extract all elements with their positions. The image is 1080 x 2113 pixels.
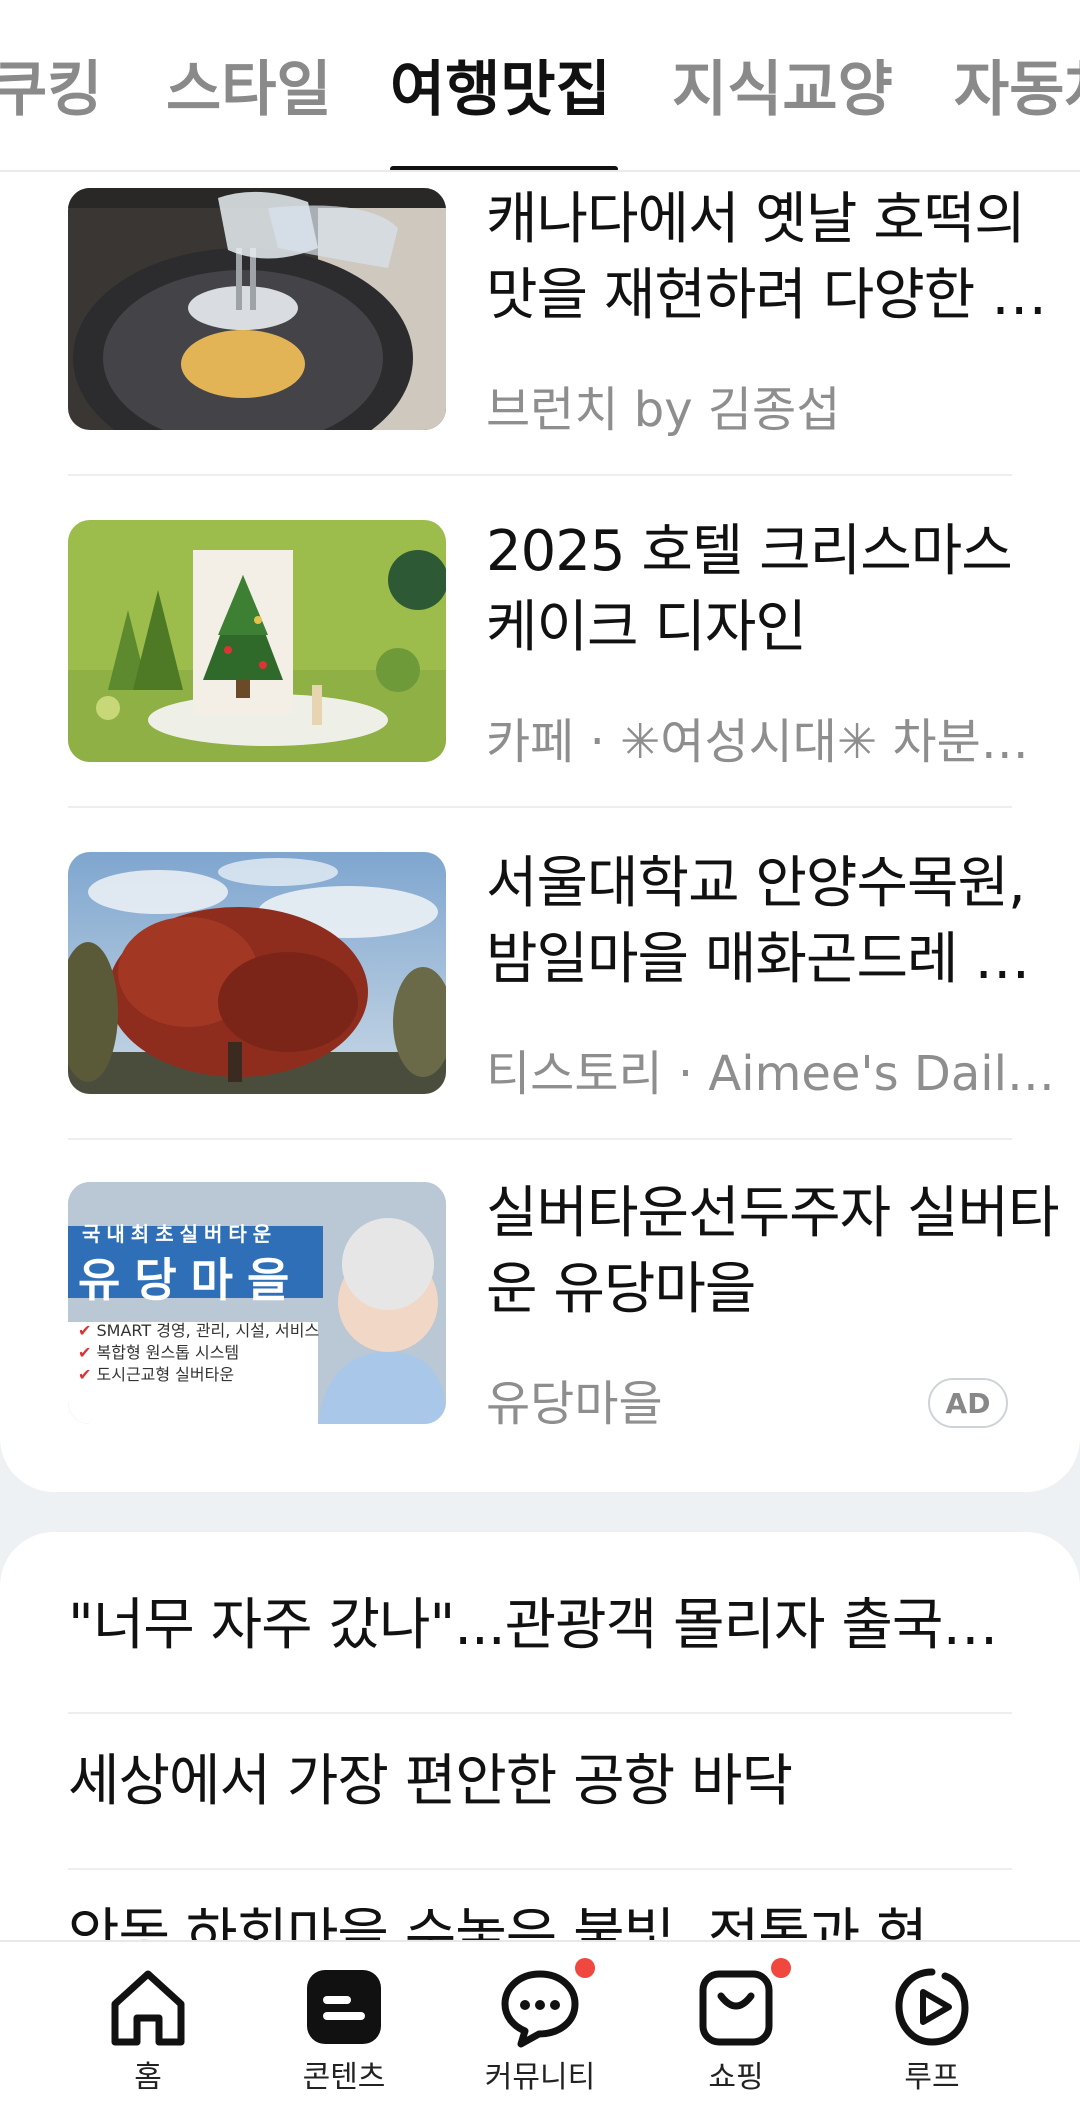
ad-banner-subtitle: 국내최초실버타운 <box>82 1222 278 1246</box>
news-item[interactable]: "너무 자주 갔나"...관광객 몰리자 출국세 인상 <box>68 1588 1012 1664</box>
chat-bubble-icon <box>495 1958 595 2052</box>
feed-item[interactable]: 서울대학교 안양수목원, 밤일마을 매화곤드레 맛집 티스토리 · Aimee'… <box>68 851 1066 1184</box>
item-title[interactable]: 캐나다에서 옛날 호떡의 맛을 재현하려 다양한 시도를 해보다 <box>486 182 1072 334</box>
thumbnail-pancake <box>68 188 446 430</box>
item-title[interactable]: 2025 호텔 크리스마스 케이크 디자인 <box>486 514 1072 666</box>
ad-banner-bullet: ✔ 도시근교형 실버타운 <box>78 1365 235 1384</box>
nav-contents[interactable]: 콘텐츠 <box>264 1962 424 2112</box>
item-source: 티스토리 · Aimee's Daily Log <box>486 1046 1066 1102</box>
thumbnail-ad-banner: 국내최초실버타운 유당마을 ✔ SMART 경영, 관리, 시설, 서비스 ✔ … <box>68 1182 446 1424</box>
ad-badge: AD <box>928 1378 1008 1428</box>
feed-item-ad[interactable]: 국내최초실버타운 유당마을 ✔ SMART 경영, 관리, 시설, 서비스 ✔ … <box>68 1181 1060 1514</box>
home-icon <box>103 1962 193 2052</box>
divider <box>68 1712 1012 1714</box>
divider <box>68 1138 1012 1140</box>
category-tab-bar: 쿠킹 스타일 여행맛집 지식교양 자동차 <box>0 0 1080 172</box>
nav-label: 쇼핑 <box>708 2060 764 2095</box>
nav-label: 홈 <box>134 2060 162 2095</box>
nav-home[interactable]: 홈 <box>68 1962 228 2112</box>
feed-card: 캐나다에서 옛날 호떡의 맛을 재현하려 다양한 시도를 해보다 브런치 by … <box>0 172 1080 1492</box>
divider <box>68 806 1012 808</box>
ad-banner-brand: 유당마을 <box>78 1253 304 1307</box>
tab-knowledge[interactable]: 지식교양 <box>672 50 893 130</box>
nav-shopping[interactable]: 쇼핑 <box>656 1958 816 2112</box>
nav-label: 루프 <box>904 2060 960 2095</box>
ad-banner-bullet: ✔ SMART 경영, 관리, 시설, 서비스 <box>78 1321 320 1340</box>
news-item[interactable]: 세상에서 가장 편안한 공항 바닥 <box>68 1744 1012 1820</box>
shopping-bag-icon <box>691 1958 791 2052</box>
nav-label: 커뮤니티 <box>484 2060 596 2095</box>
feed-item[interactable]: 2025 호텔 크리스마스 케이크 디자인 카페 · ✳여성시대✳ 차분한 20… <box>68 519 1066 852</box>
contents-icon <box>299 1962 389 2052</box>
item-source: 카페 · ✳여성시대✳ 차분한 20대들의 알흠다운 공간 <box>486 714 1066 770</box>
nav-label: 콘텐츠 <box>302 2060 386 2095</box>
tab-car[interactable]: 자동차 <box>954 50 1080 130</box>
tab-style[interactable]: 스타일 <box>166 50 332 130</box>
item-title[interactable]: 실버타운선두주자 실버타운 유당마을 <box>486 1176 1072 1328</box>
thumbnail-autumn-tree <box>68 852 446 1094</box>
ad-banner-bullet: ✔ 복합형 원스톱 시스템 <box>78 1343 240 1362</box>
bottom-navigation: 홈 콘텐츠 커뮤니티 쇼핑 루프 <box>0 1940 1080 2113</box>
play-loop-icon <box>887 1962 977 2052</box>
thumbnail-christmas-cake <box>68 520 446 762</box>
feed-item[interactable]: 캐나다에서 옛날 호떡의 맛을 재현하려 다양한 시도를 해보다 브런치 by … <box>68 187 1043 520</box>
nav-community[interactable]: 커뮤니티 <box>460 1958 620 2112</box>
item-source: 브런치 by 김종섭 <box>486 382 841 438</box>
item-source: 유당마을 <box>486 1376 663 1432</box>
nav-loop[interactable]: 루프 <box>852 1962 1012 2112</box>
tab-travel-food[interactable]: 여행맛집 <box>390 50 611 130</box>
notification-dot <box>575 1958 595 1978</box>
item-title[interactable]: 서울대학교 안양수목원, 밤일마을 매화곤드레 맛집 <box>486 846 1072 998</box>
tab-cooking[interactable]: 쿠킹 <box>0 50 102 130</box>
divider <box>68 474 1012 476</box>
divider <box>68 1868 1012 1870</box>
notification-dot <box>771 1958 791 1978</box>
